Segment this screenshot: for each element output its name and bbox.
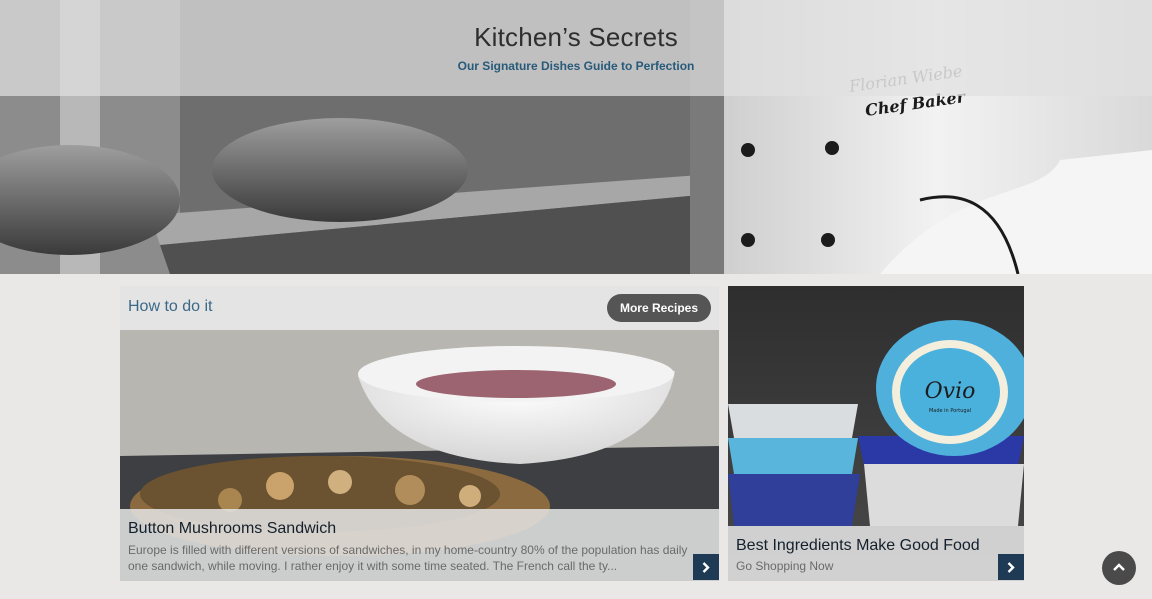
chevron-up-icon xyxy=(1113,563,1125,571)
promo-card: Ovio Made in Portugal Best Ingredients M… xyxy=(728,286,1024,581)
featured-recipe-title[interactable]: Button Mushrooms Sandwich xyxy=(128,520,336,538)
bowl-logo-subtext: Made in Portugal xyxy=(929,408,971,414)
recipes-card: How to do it More Recipes Button Mushroo… xyxy=(120,286,719,581)
back-to-top-button[interactable] xyxy=(1102,551,1136,585)
featured-recipe-excerpt: Europe is filled with different versions… xyxy=(128,543,688,573)
more-recipes-button[interactable]: More Recipes xyxy=(606,294,711,322)
promo-arrow-button[interactable] xyxy=(998,554,1024,580)
recipes-card-header: How to do it More Recipes xyxy=(120,286,719,330)
featured-recipe-caption: Button Mushrooms Sandwich Europe is fill… xyxy=(120,509,719,581)
promo-link[interactable]: Go Shopping Now xyxy=(736,559,833,573)
promo-title[interactable]: Best Ingredients Make Good Food xyxy=(736,537,980,555)
site-subtitle: Our Signature Dishes Guide to Perfection xyxy=(457,59,695,73)
section-heading: How to do it xyxy=(128,298,213,315)
promo-caption: Best Ingredients Make Good Food Go Shopp… xyxy=(728,526,1024,581)
hero-banner: Florian Wiebe Chef Baker Kitchen’s Secre… xyxy=(0,0,1152,274)
chevron-right-icon xyxy=(702,562,710,573)
site-title: Kitchen’s Secrets xyxy=(474,22,678,52)
chevron-right-icon xyxy=(1007,562,1015,573)
bowl-logo-text: Ovio xyxy=(925,379,976,404)
featured-recipe-arrow-button[interactable] xyxy=(693,554,719,580)
